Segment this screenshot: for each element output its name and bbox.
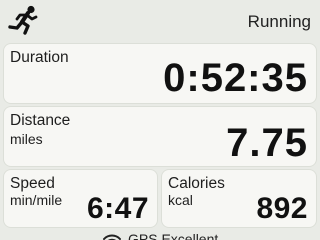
speed-unit: min/mile	[10, 192, 63, 208]
speed-card: Speed min/mile 6:47	[4, 170, 157, 227]
calories-label: Calories	[168, 175, 225, 192]
speed-value: 6:47	[86, 192, 149, 225]
distance-value: 7.75	[226, 121, 308, 165]
speed-label: Speed	[10, 175, 55, 192]
distance-unit: miles	[10, 131, 43, 147]
gps-status-bar: GPS Excellent	[0, 229, 320, 240]
distance-card: Distance miles 7.75	[4, 107, 316, 166]
calories-unit: kcal	[168, 192, 193, 208]
activity-type[interactable]: Running	[248, 12, 311, 32]
calories-value: 892	[256, 192, 308, 225]
gps-status-text: GPS Excellent	[128, 231, 219, 240]
header-bar: Running	[0, 0, 320, 42]
duration-value: 0:52:35	[163, 56, 308, 100]
runner-icon	[8, 5, 38, 35]
duration-label: Duration	[10, 49, 69, 66]
duration-card: Duration 0:52:35	[4, 44, 316, 103]
calories-card: Calories kcal 892	[162, 170, 316, 227]
distance-label: Distance	[10, 112, 71, 129]
gps-signal-icon	[103, 234, 121, 240]
